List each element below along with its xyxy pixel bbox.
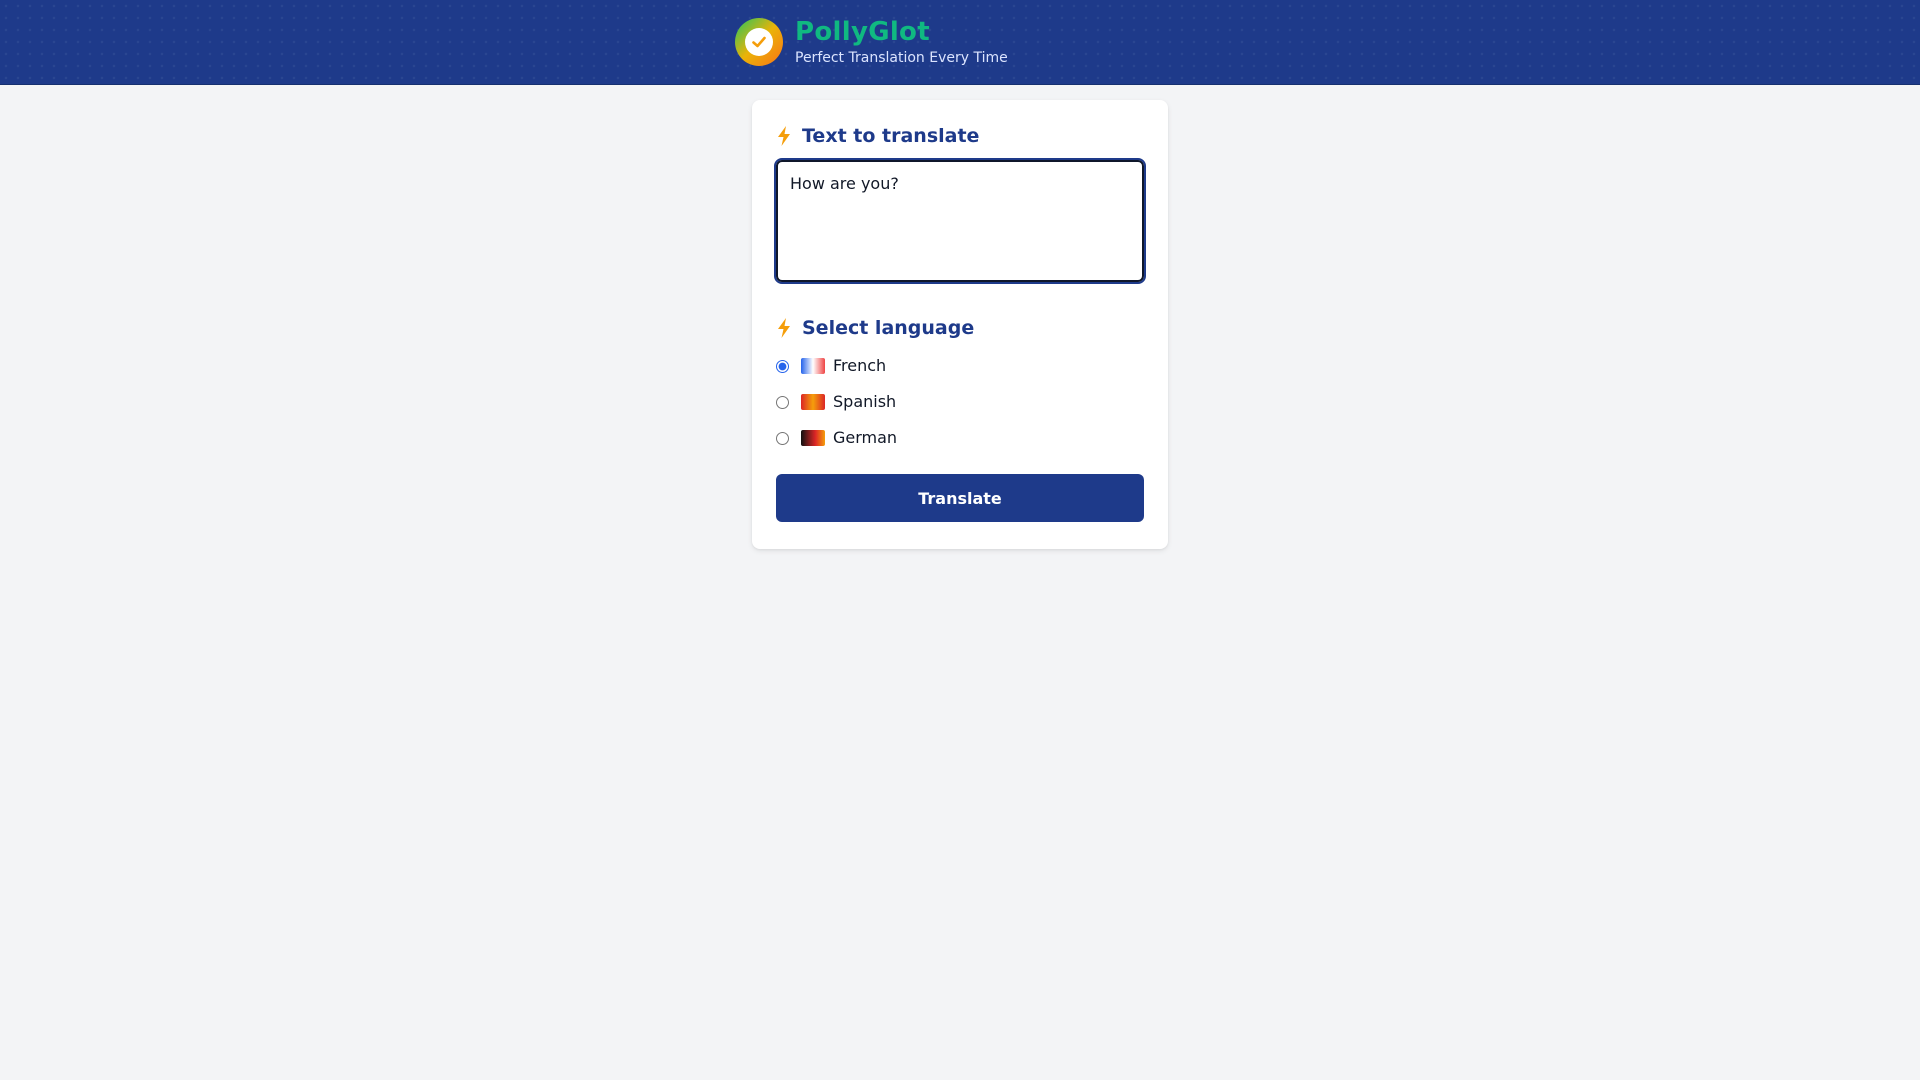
translate-card: Text to translate How are you? Select la… [752, 100, 1168, 549]
app-header: PollyGlot Perfect Translation Every Time [0, 0, 1920, 85]
text-section-title: Text to translate [802, 125, 980, 147]
lightning-bolt-icon [778, 318, 790, 338]
spanish-radio[interactable] [776, 395, 789, 409]
brand-text: PollyGlot Perfect Translation Every Time [795, 17, 1008, 67]
check-circle-icon [735, 18, 783, 66]
text-to-translate-input[interactable]: How are you? [774, 158, 1146, 284]
flag-germany-icon [801, 430, 825, 446]
logo-inner [745, 28, 773, 56]
text-section-label: Text to translate [776, 124, 1144, 148]
checkmark-icon [752, 36, 766, 48]
language-option-french[interactable]: French [776, 354, 1144, 378]
flag-france-icon [801, 358, 825, 374]
language-section-title: Select language [802, 317, 975, 339]
french-radio[interactable] [776, 359, 789, 373]
language-option-german[interactable]: German [776, 426, 1144, 450]
flag-spain-icon [801, 394, 825, 410]
german-radio[interactable] [776, 431, 789, 445]
language-radio-group: French Spanish German [776, 354, 1144, 450]
language-option-spanish[interactable]: Spanish [776, 390, 1144, 414]
app-title: PollyGlot [795, 17, 930, 47]
brand: PollyGlot Perfect Translation Every Time [735, 17, 1008, 67]
lightning-bolt-icon [778, 126, 790, 146]
translate-button[interactable]: Translate [776, 474, 1144, 522]
language-option-label: Spanish [833, 392, 897, 411]
app-tagline: Perfect Translation Every Time [795, 50, 1008, 66]
language-section-label: Select language [776, 316, 1144, 340]
language-option-label: German [833, 428, 898, 447]
language-option-label: French [833, 356, 887, 375]
